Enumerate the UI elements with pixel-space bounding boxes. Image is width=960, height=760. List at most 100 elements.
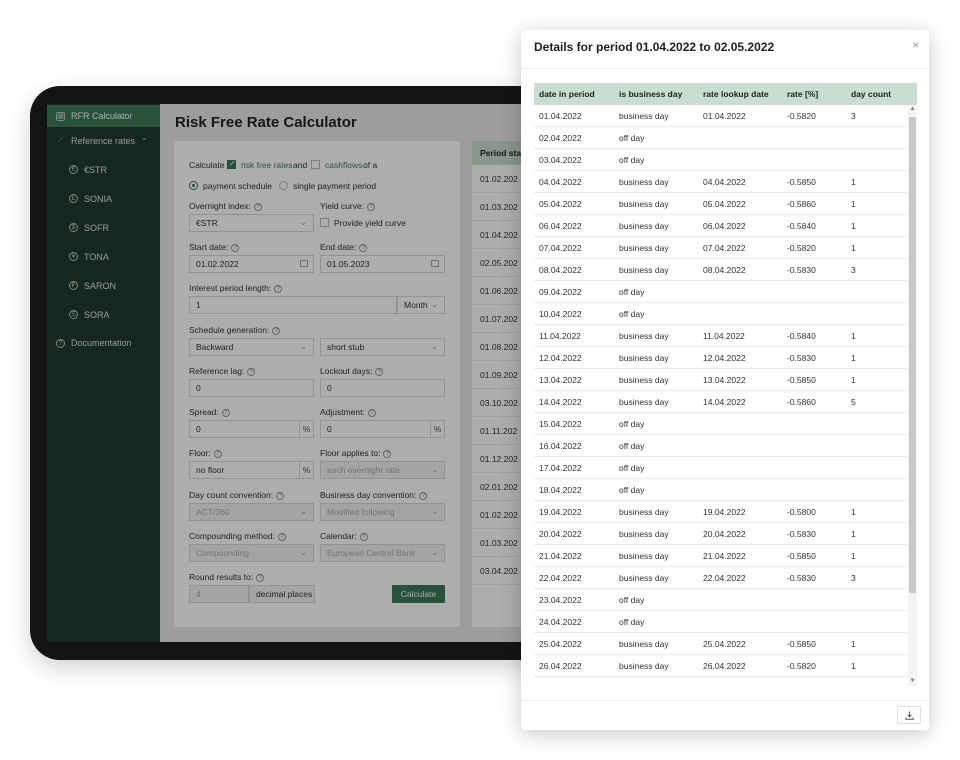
cashflows-checkbox[interactable]: [311, 160, 320, 169]
cell-lookup-date: 26.04.2022: [703, 661, 746, 671]
column-header-date[interactable]: date in period: [539, 83, 595, 105]
column-header-lookup-date[interactable]: rate lookup date: [703, 83, 769, 105]
sidebar-item-reference-rates[interactable]: ⟋ Reference rates ⌃: [47, 127, 160, 155]
single-payment-radio[interactable]: [279, 181, 288, 190]
percent-suffix: %: [299, 421, 313, 437]
sidebar-item-documentation[interactable]: ? Documentation: [47, 329, 160, 357]
cell-date: 11.04.2022: [539, 331, 581, 341]
cell-lookup-date: 07.04.2022: [703, 243, 746, 253]
payment-schedule-label: payment schedule: [203, 181, 272, 191]
interest-period-unit-select[interactable]: Month ⌄: [397, 296, 445, 314]
cell-date: 02.04.2022: [539, 133, 582, 143]
sidebar-item-sofr[interactable]: $ SOFR: [47, 213, 160, 242]
payment-schedule-radio[interactable]: [189, 181, 198, 190]
cell-day-count: 5: [851, 397, 856, 407]
cell-business-day: off day: [619, 133, 645, 143]
compounding-select[interactable]: Compounding ⌄: [189, 544, 314, 562]
calculate-button[interactable]: Calculate: [392, 585, 445, 603]
cell-day-count: 1: [851, 221, 856, 231]
floor-applies-label: Floor applies to:?: [320, 448, 392, 458]
cell-date: 19.04.2022: [539, 507, 582, 517]
table-row: 15.04.2022 off day: [534, 413, 908, 435]
cell-date: 20.04.2022: [539, 529, 582, 539]
sidebar-item-label: SOFR: [84, 222, 110, 233]
cell-business-day: business day: [619, 353, 669, 363]
table-row: 10.04.2022 off day: [534, 303, 908, 325]
risk-free-rates-label: risk free rates: [241, 160, 293, 170]
calculate-label: Calculate: [189, 160, 225, 170]
lockout-days-input[interactable]: 0: [320, 379, 445, 397]
cell-rate: -0.5850: [787, 639, 816, 649]
provide-yield-curve-checkbox[interactable]: [320, 218, 329, 227]
interest-period-input[interactable]: 1: [189, 296, 397, 314]
cell-business-day: business day: [619, 221, 669, 231]
end-date-input[interactable]: 01.05.2023: [320, 255, 445, 273]
cell-day-count: 1: [851, 661, 856, 671]
cell-lookup-date: 21.04.2022: [703, 551, 746, 561]
of-a-label: of a: [363, 160, 378, 170]
round-results-input[interactable]: 4: [189, 585, 249, 603]
sidebar-item-estr[interactable]: € €STR: [47, 155, 160, 184]
percent-suffix: %: [430, 421, 444, 437]
pound-icon: £: [69, 194, 78, 203]
table-row: 07.04.2022 business day 07.04.2022 -0.5820 1: [534, 237, 908, 259]
table-row: 25.04.2022 business day 25.04.2022 -0.5850 1: [534, 633, 908, 655]
cell-rate: -0.5820: [787, 111, 816, 121]
overnight-index-label: Overnight index:?: [189, 201, 262, 211]
scroll-down-icon[interactable]: ▼: [908, 677, 917, 686]
help-icon: ?: [213, 449, 222, 458]
sidebar-item-sonia[interactable]: £ SONIA: [47, 184, 160, 213]
risk-free-rates-checkbox[interactable]: [227, 159, 236, 169]
cell-date: 03.04.2022: [539, 155, 582, 165]
scrollbar[interactable]: ▲ ▼: [908, 105, 917, 686]
column-header-day-count[interactable]: day count: [851, 83, 891, 105]
reference-lag-input[interactable]: 0: [189, 379, 314, 397]
business-day-select[interactable]: Modified following ⌄: [320, 503, 445, 521]
chevron-down-icon: ⌄: [300, 548, 307, 557]
table-row: 20.04.2022 business day 20.04.2022 -0.5830 1: [534, 523, 908, 545]
cell-business-day: business day: [619, 331, 669, 341]
details-table: date in period is business day rate look…: [534, 83, 917, 686]
scroll-up-icon[interactable]: ▲: [908, 105, 917, 114]
cell-lookup-date: 12.04.2022: [703, 353, 746, 363]
column-header-business-day[interactable]: is business day: [619, 83, 682, 105]
chevron-down-icon: ⌄: [300, 218, 307, 227]
cell-date: 09.04.2022: [539, 287, 582, 297]
cell-date: 05.04.2022: [539, 199, 582, 209]
details-modal: Details for period 01.04.2022 to 02.05.2…: [521, 30, 929, 730]
chevron-up-icon: ⌃: [141, 136, 148, 146]
sidebar-item-rfr-calculator[interactable]: ▦ RFR Calculator: [47, 105, 160, 127]
spread-input[interactable]: 0%: [189, 420, 314, 438]
calendar-select[interactable]: European Central Bank ⌄: [320, 544, 445, 562]
end-date-label: End date:?: [320, 242, 368, 252]
sidebar-item-sora[interactable]: S SORA: [47, 300, 160, 329]
overnight-index-select[interactable]: €STR ⌄: [189, 214, 314, 232]
cell-business-day: business day: [619, 111, 669, 121]
spread-label: Spread:?: [189, 407, 230, 417]
cell-lookup-date: 22.04.2022: [703, 573, 746, 583]
percent-suffix: %: [299, 462, 313, 478]
column-header-rate[interactable]: rate [%]: [787, 83, 818, 105]
start-date-input[interactable]: 01.02.2022: [189, 255, 314, 273]
sidebar-item-tona[interactable]: ¥ TONA: [47, 242, 160, 271]
cell-rate: -0.5840: [787, 221, 816, 231]
floor-applies-select[interactable]: each overnight rate ⌄: [320, 461, 445, 479]
calendar-icon: [300, 260, 308, 267]
stub-select[interactable]: short stub ⌄: [320, 338, 445, 356]
table-row: 16.04.2022 off day: [534, 435, 908, 457]
close-icon[interactable]: ×: [912, 38, 919, 52]
schedule-generation-select[interactable]: Backward ⌄: [189, 338, 314, 356]
reference-lag-label: Reference lag:?: [189, 366, 256, 376]
adjustment-input[interactable]: 0%: [320, 420, 445, 438]
download-button[interactable]: [897, 706, 921, 724]
cell-date: 21.04.2022: [539, 551, 582, 561]
scrollbar-thumb[interactable]: [909, 117, 916, 593]
cell-date: 06.04.2022: [539, 221, 582, 231]
sidebar-item-saron[interactable]: ₣ SARON: [47, 271, 160, 300]
cell-day-count: 3: [851, 111, 856, 121]
day-count-select[interactable]: ACT/360 ⌄: [189, 503, 314, 521]
cell-business-day: business day: [619, 265, 669, 275]
cell-business-day: off day: [619, 287, 645, 297]
floor-input[interactable]: no floor%: [189, 461, 314, 479]
table-row: 22.04.2022 business day 22.04.2022 -0.5830 3: [534, 567, 908, 589]
